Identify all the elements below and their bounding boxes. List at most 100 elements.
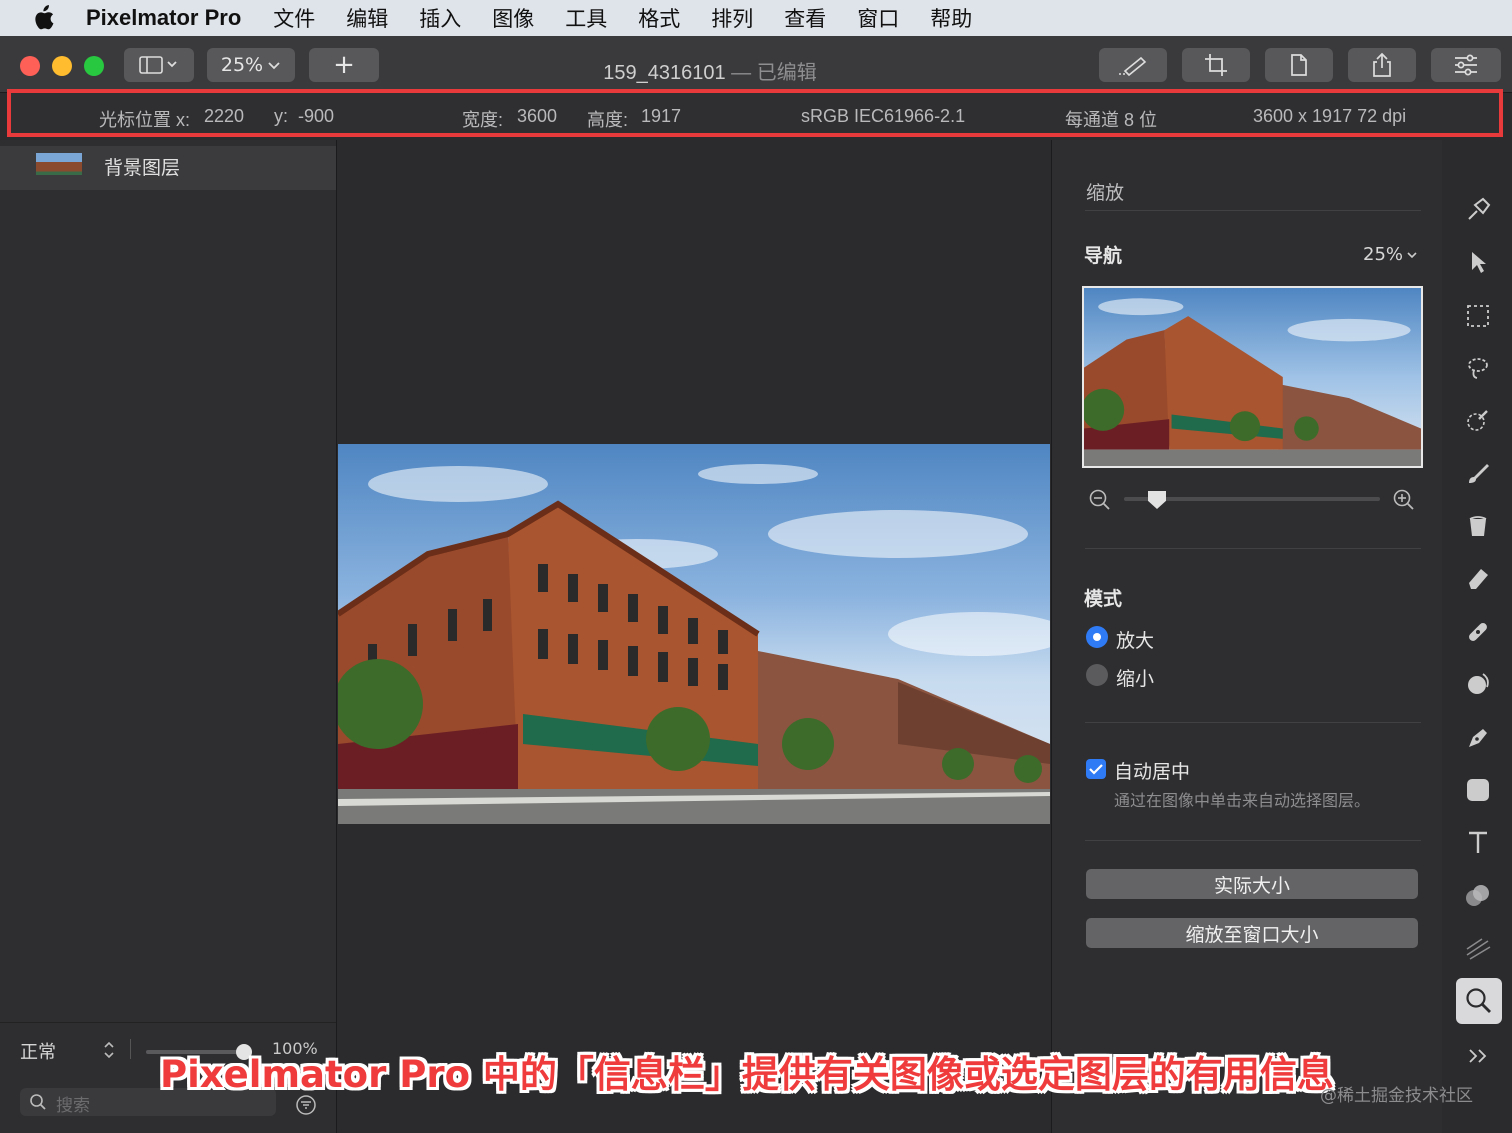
app-name-menu[interactable]: Pixelmator Pro [86, 5, 241, 31]
divider [1085, 210, 1421, 211]
close-window-button[interactable] [20, 56, 40, 76]
crop-button[interactable] [1182, 48, 1250, 82]
color-select-tool[interactable] [1460, 402, 1496, 438]
watermark: @稀土掘金技术社区 [1320, 1086, 1473, 1106]
menu-edit[interactable]: 编辑 [346, 3, 388, 33]
cursor-y-value: -900 [298, 106, 335, 126]
export-button[interactable] [1265, 48, 1333, 82]
chevron-down-icon [268, 62, 280, 70]
mode-zoom-in-radio[interactable] [1086, 626, 1108, 648]
style-brush-icon [1468, 197, 1491, 220]
minimize-window-button[interactable] [52, 56, 72, 76]
nav-zoom-dropdown[interactable]: 25% [1363, 244, 1418, 265]
zoom-slider[interactable] [1124, 491, 1380, 509]
retouch-tool[interactable] [1460, 614, 1496, 650]
type-tool[interactable] [1460, 824, 1496, 860]
menu-arrange[interactable]: 排列 [711, 3, 753, 33]
fill-tool[interactable] [1460, 508, 1496, 544]
height-label: 高度: [587, 110, 629, 130]
menu-window[interactable]: 窗口 [857, 3, 899, 33]
fit-to-window-button[interactable]: 缩放至窗口大小 [1086, 918, 1418, 948]
actual-size-button[interactable]: 实际大小 [1086, 869, 1418, 899]
zoom-in-icon[interactable] [1392, 488, 1416, 512]
navigator-image [1084, 298, 1421, 466]
mode-zoom-out-label: 缩小 [1116, 669, 1155, 690]
shape-tool[interactable] [1460, 772, 1496, 808]
pen-tool[interactable] [1460, 720, 1496, 756]
zoom-slider-thumb[interactable] [1148, 491, 1166, 509]
blend-mode-select[interactable]: 正常 [20, 1038, 56, 1064]
menu-image[interactable]: 图像 [492, 3, 534, 33]
text-t-icon [1469, 831, 1487, 853]
menu-format[interactable]: 格式 [638, 3, 680, 33]
paint-brush-icon [1469, 464, 1489, 483]
zoom-tool[interactable] [1456, 978, 1502, 1024]
sidebar-toggle-button[interactable] [124, 48, 194, 82]
distort-tool[interactable] [1460, 666, 1496, 702]
document-icon [1291, 54, 1307, 76]
warp-icon [1468, 673, 1489, 694]
style-tool[interactable] [1460, 192, 1496, 228]
cursor-y-label: y: [274, 106, 289, 126]
menu-tools[interactable]: 工具 [565, 3, 607, 33]
document-status: — 已编辑 [731, 62, 817, 84]
divider [1085, 840, 1421, 841]
rounded-rectangle-icon [1467, 779, 1489, 801]
zoom-inspector: 缩放 导航 25% 模式 放大 缩小 自动居中 通过在图像中单击来自动选择图层。… [1051, 140, 1442, 1133]
tools-sidebar [1442, 140, 1512, 1133]
mode-label: 模式 [1084, 589, 1123, 610]
street-photo [338, 464, 1050, 824]
layer-thumbnail [36, 153, 82, 175]
height-value: 1917 [641, 106, 682, 126]
divider [1085, 722, 1421, 723]
auto-center-label: 自动居中 [1114, 762, 1191, 783]
more-tools-button[interactable] [1460, 1038, 1496, 1074]
window-toolbar: 25% + 159_4316101 — 已编辑 [0, 36, 1512, 93]
eyedropper-select-icon [1467, 410, 1488, 431]
checkmark-icon [1089, 764, 1103, 775]
zoom-out-icon[interactable] [1088, 488, 1112, 512]
search-icon [30, 1094, 46, 1110]
layer-row[interactable]: 背景图层 [0, 146, 336, 190]
add-button[interactable]: + [309, 48, 379, 82]
layers-panel: 背景图层 正常 100% 搜索 [0, 140, 337, 1133]
brush-icon [1119, 56, 1147, 77]
effects-tool[interactable] [1460, 930, 1496, 966]
search-placeholder: 搜索 [56, 1096, 90, 1116]
color-adjust-tool[interactable] [1460, 878, 1496, 914]
share-button[interactable] [1348, 48, 1416, 82]
menu-insert[interactable]: 插入 [419, 3, 461, 33]
menu-view[interactable]: 查看 [784, 3, 826, 33]
paint-bucket-icon [1469, 516, 1487, 536]
navigator-preview[interactable] [1082, 286, 1423, 468]
layer-name: 背景图层 [104, 157, 181, 179]
image-canvas[interactable] [338, 444, 1050, 824]
lasso-icon [1468, 358, 1488, 379]
menu-file[interactable]: 文件 [273, 3, 315, 33]
document-name: 159_4316101 [603, 62, 726, 84]
cursor-x-label: 光标位置 x: [99, 110, 191, 130]
arrange-tool[interactable] [1460, 244, 1496, 280]
canvas-area[interactable] [337, 140, 1050, 1133]
double-chevron-right-icon [1469, 1049, 1487, 1063]
caption-overlay: Pixelmator Pro 中的「信息栏」提供有关图像或选定图层的有用信息 [160, 1053, 1334, 1096]
zoom-dropdown[interactable]: 25% [207, 48, 295, 82]
zoom-window-button[interactable] [84, 56, 104, 76]
inspector-title: 缩放 [1086, 183, 1125, 204]
width-label: 宽度: [462, 110, 504, 130]
apple-icon[interactable] [0, 5, 86, 31]
menu-help[interactable]: 帮助 [930, 3, 972, 33]
crop-icon [1205, 54, 1227, 76]
erase-tool[interactable] [1460, 560, 1496, 596]
auto-center-checkbox[interactable] [1086, 759, 1106, 779]
color-circles-icon [1466, 885, 1489, 906]
divider [130, 1039, 131, 1059]
adjustments-button[interactable] [1431, 48, 1501, 82]
document-title: 159_4316101 — 已编辑 [560, 56, 860, 85]
edit-tool-button[interactable] [1099, 48, 1167, 82]
rect-select-tool[interactable] [1460, 298, 1496, 334]
mode-zoom-out-radio[interactable] [1086, 664, 1108, 686]
cursor-x-value: 2220 [204, 106, 245, 126]
quick-select-tool[interactable] [1460, 350, 1496, 386]
paint-tool[interactable] [1460, 456, 1496, 492]
